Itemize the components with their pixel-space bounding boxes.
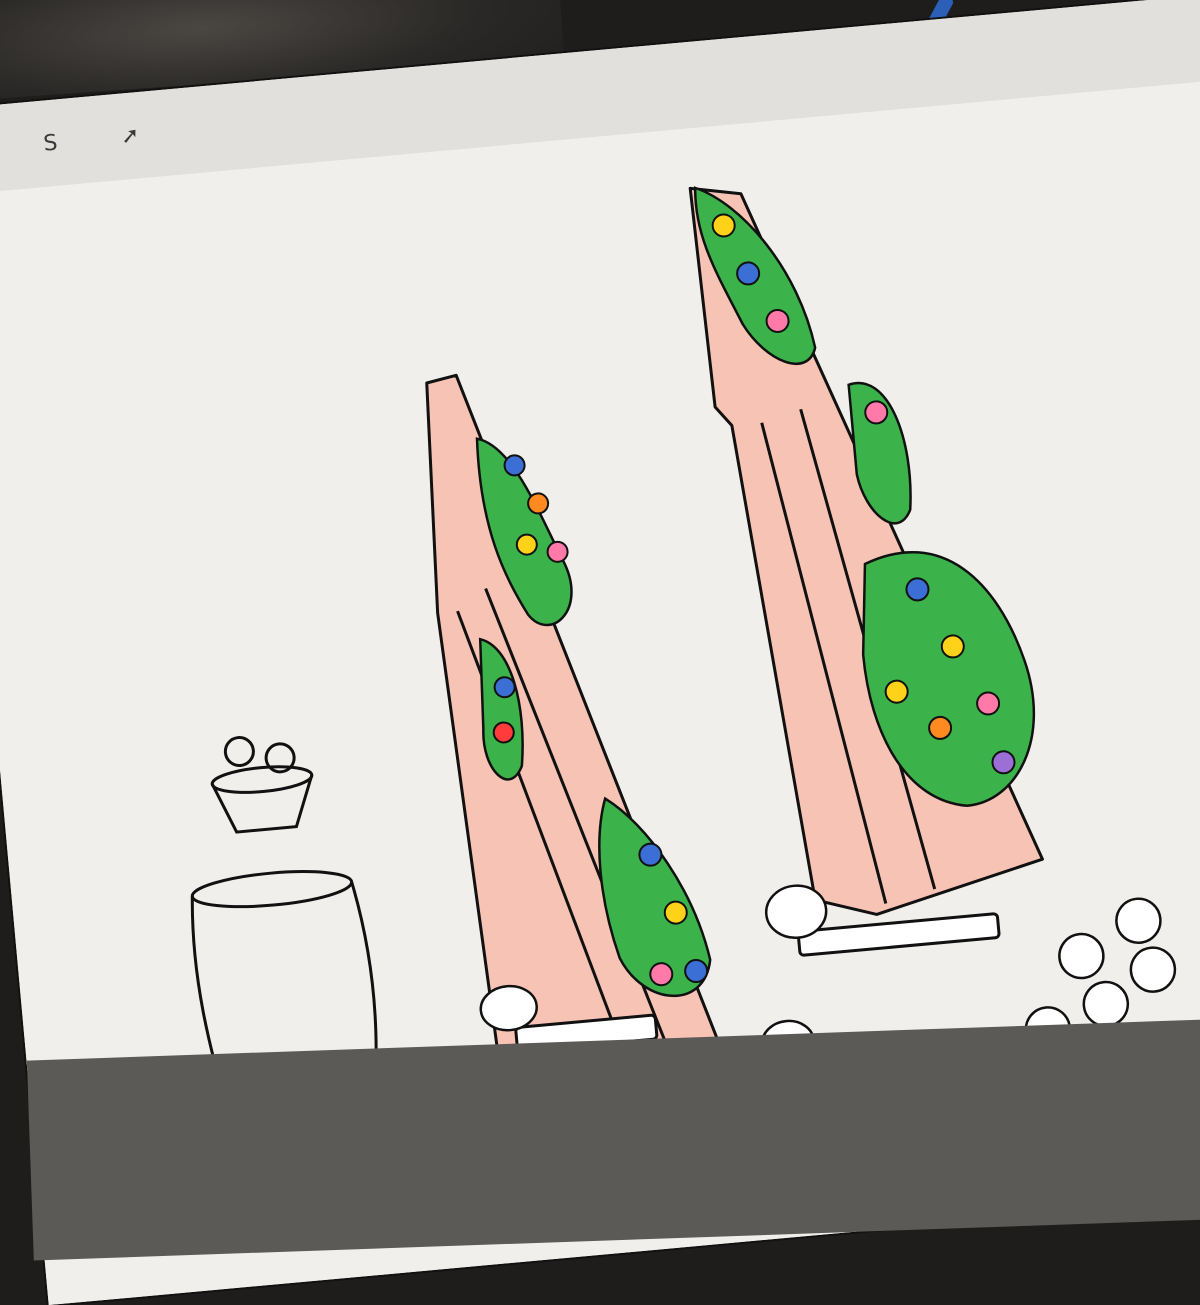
selection-icon[interactable]: S — [32, 125, 69, 162]
transform-icon[interactable]: ➚ — [112, 117, 149, 154]
desk-surface — [26, 1019, 1200, 1261]
